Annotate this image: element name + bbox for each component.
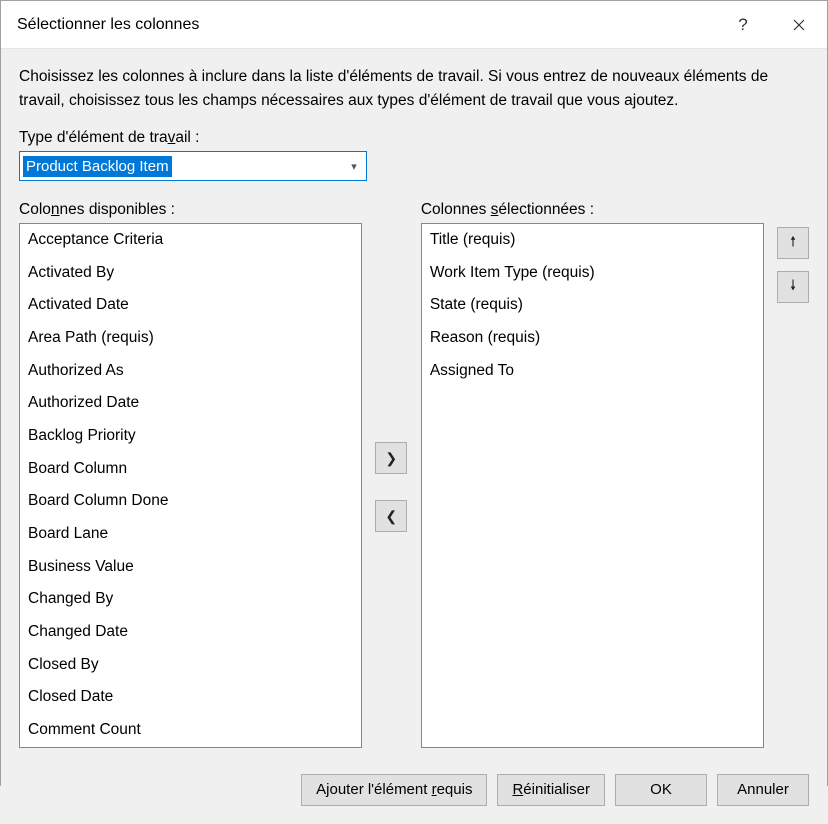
ok-button[interactable]: OK xyxy=(615,774,707,806)
list-item[interactable]: Work Item Type (requis) xyxy=(422,257,763,290)
arrow-down-icon: 🠗 xyxy=(790,275,796,299)
close-icon xyxy=(793,19,805,31)
list-item[interactable]: Changed By xyxy=(20,583,361,616)
arrow-up-icon: 🠕 xyxy=(790,231,796,255)
combo-selected-value: Product Backlog Item xyxy=(23,156,172,177)
list-item[interactable]: Comment Count xyxy=(20,714,361,747)
dialog-footer: Ajouter l'élément requis Réinitialiser O… xyxy=(1,760,827,824)
list-item[interactable]: Business Value xyxy=(20,551,361,584)
available-columns-list[interactable]: Acceptance CriteriaActivated ByActivated… xyxy=(19,223,362,748)
work-item-type-combo[interactable]: Product Backlog Item ▾ xyxy=(19,151,367,181)
move-up-button[interactable]: 🠕 xyxy=(777,227,809,259)
list-item[interactable]: Authorized As xyxy=(20,355,361,388)
list-item[interactable]: Board Column Done xyxy=(20,485,361,518)
move-down-button[interactable]: 🠗 xyxy=(777,271,809,303)
select-columns-dialog: Sélectionner les colonnes ? Choisissez l… xyxy=(0,0,828,786)
list-item[interactable]: Board Column xyxy=(20,453,361,486)
description-text: Choisissez les colonnes à inclure dans l… xyxy=(19,65,809,113)
chevron-down-icon: ▾ xyxy=(342,160,366,173)
list-item[interactable]: Board Lane xyxy=(20,518,361,551)
list-item[interactable]: State (requis) xyxy=(422,289,763,322)
list-item[interactable]: Authorized Date xyxy=(20,387,361,420)
list-item[interactable]: Activated Date xyxy=(20,289,361,322)
selected-columns-list[interactable]: Title (requis)Work Item Type (requis)Sta… xyxy=(421,223,764,748)
columns-lists-row: Colonnes disponibles : Acceptance Criter… xyxy=(19,201,809,748)
transfer-buttons: ❯ ❮ xyxy=(362,201,421,748)
add-column-button[interactable]: ❯ xyxy=(375,442,407,474)
work-item-type-label: Type d'élément de travail : xyxy=(19,129,809,147)
available-column: Colonnes disponibles : Acceptance Criter… xyxy=(19,201,362,748)
list-item[interactable]: Acceptance Criteria xyxy=(20,224,361,257)
list-item[interactable]: Title (requis) xyxy=(422,224,763,257)
list-item[interactable]: Reason (requis) xyxy=(422,322,763,355)
reorder-buttons: 🠕 🠗 xyxy=(770,201,809,748)
dialog-content: Choisissez les colonnes à inclure dans l… xyxy=(1,49,827,760)
add-required-button[interactable]: Ajouter l'élément requis xyxy=(301,774,487,806)
list-item[interactable]: Activated By xyxy=(20,257,361,290)
selected-column: Colonnes sélectionnées : Title (requis)W… xyxy=(421,201,764,748)
selected-columns-label: Colonnes sélectionnées : xyxy=(421,201,764,219)
list-item[interactable]: Closed Date xyxy=(20,681,361,714)
titlebar: Sélectionner les colonnes ? xyxy=(1,1,827,49)
remove-column-button[interactable]: ❮ xyxy=(375,500,407,532)
help-button[interactable]: ? xyxy=(715,1,771,49)
list-item[interactable]: Changed Date xyxy=(20,616,361,649)
list-item[interactable]: Backlog Priority xyxy=(20,420,361,453)
dialog-title: Sélectionner les colonnes xyxy=(17,16,715,34)
available-columns-label: Colonnes disponibles : xyxy=(19,201,362,219)
list-item[interactable]: Closed By xyxy=(20,649,361,682)
close-button[interactable] xyxy=(771,1,827,49)
reset-button[interactable]: Réinitialiser xyxy=(497,774,605,806)
list-item[interactable]: Area Path (requis) xyxy=(20,322,361,355)
chevron-right-icon: ❯ xyxy=(385,450,397,467)
list-item[interactable]: Assigned To xyxy=(422,355,763,388)
cancel-button[interactable]: Annuler xyxy=(717,774,809,806)
chevron-left-icon: ❮ xyxy=(385,508,397,525)
